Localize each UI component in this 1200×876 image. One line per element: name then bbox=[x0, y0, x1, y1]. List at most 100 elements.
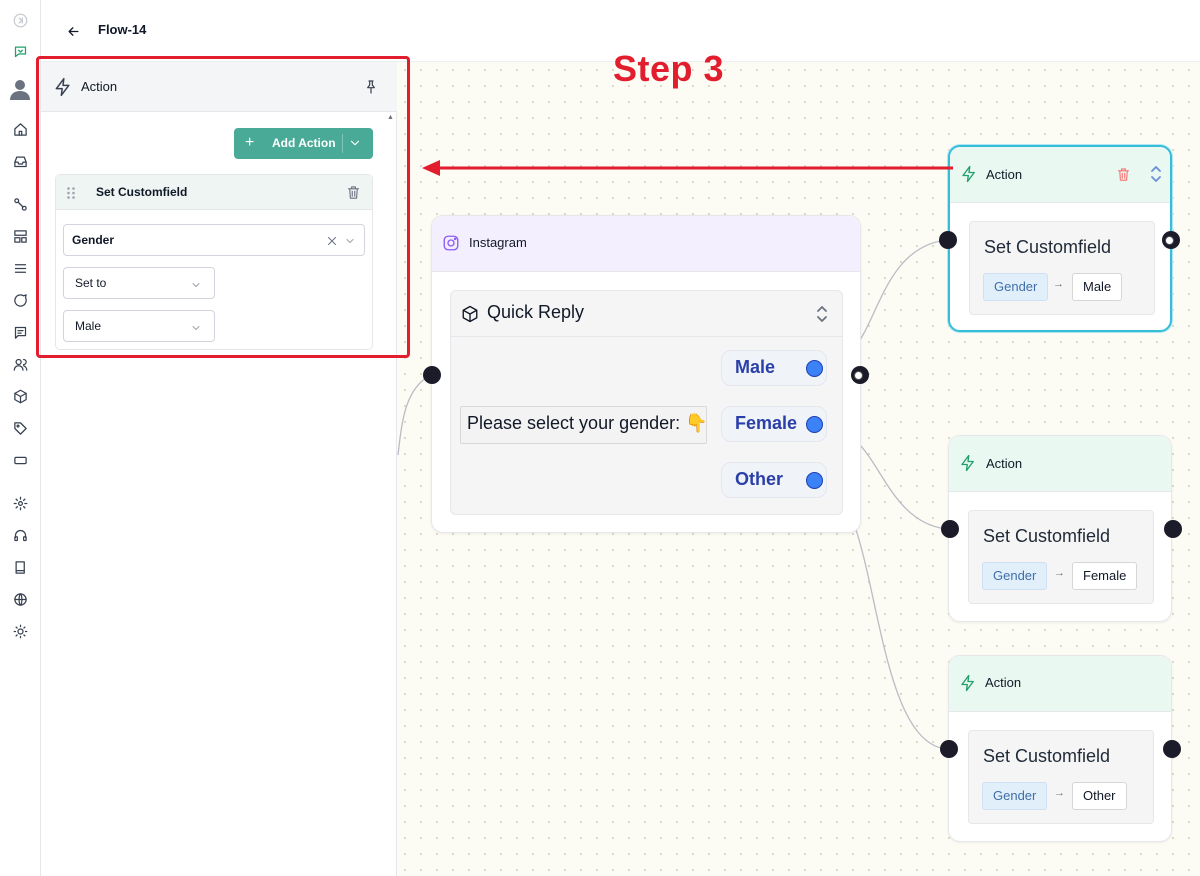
arrow-right-icon: → bbox=[1053, 278, 1064, 290]
set-customfield-title: Set Customfield bbox=[983, 526, 1111, 546]
set-customfield-summary: Set Customfield Gender → Other bbox=[968, 730, 1154, 824]
quick-reply-button-other[interactable]: Other bbox=[721, 462, 827, 498]
output-port[interactable] bbox=[806, 360, 823, 377]
value-chip: Male bbox=[1072, 273, 1123, 301]
field-select-value: Gender bbox=[72, 233, 115, 247]
trash-icon[interactable] bbox=[1116, 167, 1131, 182]
action-node-male[interactable]: Action Set Customfield Gender → Male bbox=[948, 145, 1172, 332]
user-avatar-icon[interactable] bbox=[7, 76, 33, 102]
chat-icon[interactable] bbox=[10, 290, 30, 310]
instagram-output-port[interactable] bbox=[851, 366, 869, 384]
action-node-title: Action bbox=[986, 456, 1023, 471]
left-nav-rail bbox=[0, 0, 41, 876]
chevron-down-icon[interactable] bbox=[190, 278, 202, 290]
action-side-panel: Action ▲ + Add Action Set Customfield Ge… bbox=[41, 62, 397, 876]
headset-icon[interactable] bbox=[10, 525, 30, 545]
instagram-node-title: Instagram bbox=[469, 235, 527, 250]
drag-handle-icon[interactable] bbox=[66, 186, 76, 200]
action-node-female[interactable]: Action Set Customfield Gender → Female bbox=[948, 435, 1172, 622]
quick-reply-message: Please select your gender: 👇 bbox=[460, 406, 708, 444]
collapse-icon[interactable] bbox=[10, 10, 30, 30]
settings-icon[interactable] bbox=[10, 493, 30, 513]
field-chip: Gender bbox=[982, 782, 1048, 810]
quick-reply-block[interactable]: Quick Reply Please select your gender: 👇… bbox=[450, 290, 843, 515]
add-action-label: Add Action bbox=[272, 136, 336, 150]
message-icon[interactable] bbox=[10, 322, 30, 342]
scroll-up-arrow-icon[interactable]: ▲ bbox=[387, 114, 394, 121]
instagram-input-port[interactable] bbox=[423, 366, 441, 384]
lightning-icon bbox=[959, 454, 977, 472]
panel-title: Action bbox=[81, 79, 118, 94]
set-customfield-summary: Set Customfield Gender → Male bbox=[969, 221, 1155, 315]
home-icon[interactable] bbox=[10, 119, 30, 139]
action-input-port[interactable] bbox=[941, 520, 959, 538]
panel-header: Action bbox=[41, 62, 397, 112]
flows-icon[interactable] bbox=[10, 194, 30, 214]
action-input-port[interactable] bbox=[939, 231, 957, 249]
lightning-icon bbox=[959, 674, 977, 692]
inbox-icon[interactable] bbox=[10, 151, 30, 171]
field-select[interactable]: Gender bbox=[63, 224, 365, 256]
action-output-port[interactable] bbox=[1164, 520, 1182, 538]
field-chip: Gender bbox=[982, 562, 1048, 590]
step-label: Step 3 bbox=[613, 48, 725, 89]
quick-reply-header: Quick Reply bbox=[451, 291, 842, 337]
book-icon[interactable] bbox=[10, 557, 30, 577]
box-icon[interactable] bbox=[10, 386, 30, 406]
action-node-header: Action bbox=[949, 436, 1171, 492]
chevron-down-icon[interactable] bbox=[190, 321, 202, 333]
flow-title: Flow-14 bbox=[98, 22, 147, 37]
arrow-right-icon: → bbox=[1054, 787, 1065, 799]
instagram-node-header: Instagram bbox=[432, 216, 860, 272]
layout-icon[interactable] bbox=[10, 226, 30, 246]
lightning-icon bbox=[960, 165, 978, 183]
action-node-header: Action bbox=[950, 147, 1170, 203]
action-node-title: Action bbox=[985, 675, 1022, 690]
operation-select[interactable]: Set to bbox=[63, 267, 215, 299]
tag-icon[interactable] bbox=[10, 418, 30, 438]
quick-reply-button-label: Other bbox=[735, 469, 784, 489]
field-chip: Gender bbox=[983, 273, 1049, 301]
set-customfield-title: Set Customfield bbox=[96, 185, 188, 199]
quick-reply-button-label: Male bbox=[735, 357, 776, 377]
add-action-button[interactable]: + Add Action bbox=[234, 128, 373, 159]
action-node-title: Action bbox=[986, 167, 1023, 182]
trash-icon[interactable] bbox=[346, 185, 361, 200]
back-arrow-icon[interactable] bbox=[63, 21, 83, 41]
quick-reply-button-female[interactable]: Female bbox=[721, 406, 827, 442]
output-port[interactable] bbox=[806, 416, 823, 433]
sun-icon[interactable] bbox=[10, 621, 30, 641]
value-chip: Female bbox=[1072, 562, 1138, 590]
operation-select-value: Set to bbox=[75, 276, 107, 290]
action-output-port[interactable] bbox=[1162, 231, 1180, 249]
set-customfield-title: Set Customfield bbox=[984, 237, 1112, 257]
expand-collapse-icon[interactable] bbox=[815, 305, 829, 323]
list-icon[interactable] bbox=[10, 258, 30, 278]
instagram-node[interactable]: Instagram Quick Reply Please select your… bbox=[431, 215, 861, 533]
action-output-port[interactable] bbox=[1163, 740, 1181, 758]
chat-bot-icon[interactable] bbox=[10, 41, 30, 61]
chevron-down-icon[interactable] bbox=[344, 234, 356, 246]
set-customfield-card: Set Customfield Gender Set to Male bbox=[55, 174, 373, 350]
plus-icon: + bbox=[245, 134, 255, 151]
chevron-down-icon[interactable] bbox=[348, 136, 362, 150]
quick-reply-title: Quick Reply bbox=[487, 302, 585, 322]
credit-card-icon[interactable] bbox=[10, 450, 30, 470]
expand-collapse-icon[interactable] bbox=[1150, 165, 1162, 183]
value-select[interactable]: Male bbox=[63, 310, 215, 342]
value-chip: Other bbox=[1072, 782, 1127, 810]
set-customfield-title: Set Customfield bbox=[983, 746, 1111, 766]
pin-icon[interactable] bbox=[363, 79, 379, 95]
contacts-icon[interactable] bbox=[10, 354, 30, 374]
button-divider bbox=[342, 134, 343, 153]
quick-reply-button-label: Female bbox=[735, 413, 798, 433]
clear-icon[interactable] bbox=[326, 234, 338, 246]
action-input-port[interactable] bbox=[940, 740, 958, 758]
instagram-icon bbox=[442, 234, 460, 252]
quick-reply-button-male[interactable]: Male bbox=[721, 350, 827, 386]
action-node-header: Action bbox=[949, 656, 1171, 712]
action-node-other[interactable]: Action Set Customfield Gender → Other bbox=[948, 655, 1172, 842]
globe-icon[interactable] bbox=[10, 589, 30, 609]
output-port[interactable] bbox=[806, 472, 823, 489]
value-select-value: Male bbox=[75, 319, 102, 333]
